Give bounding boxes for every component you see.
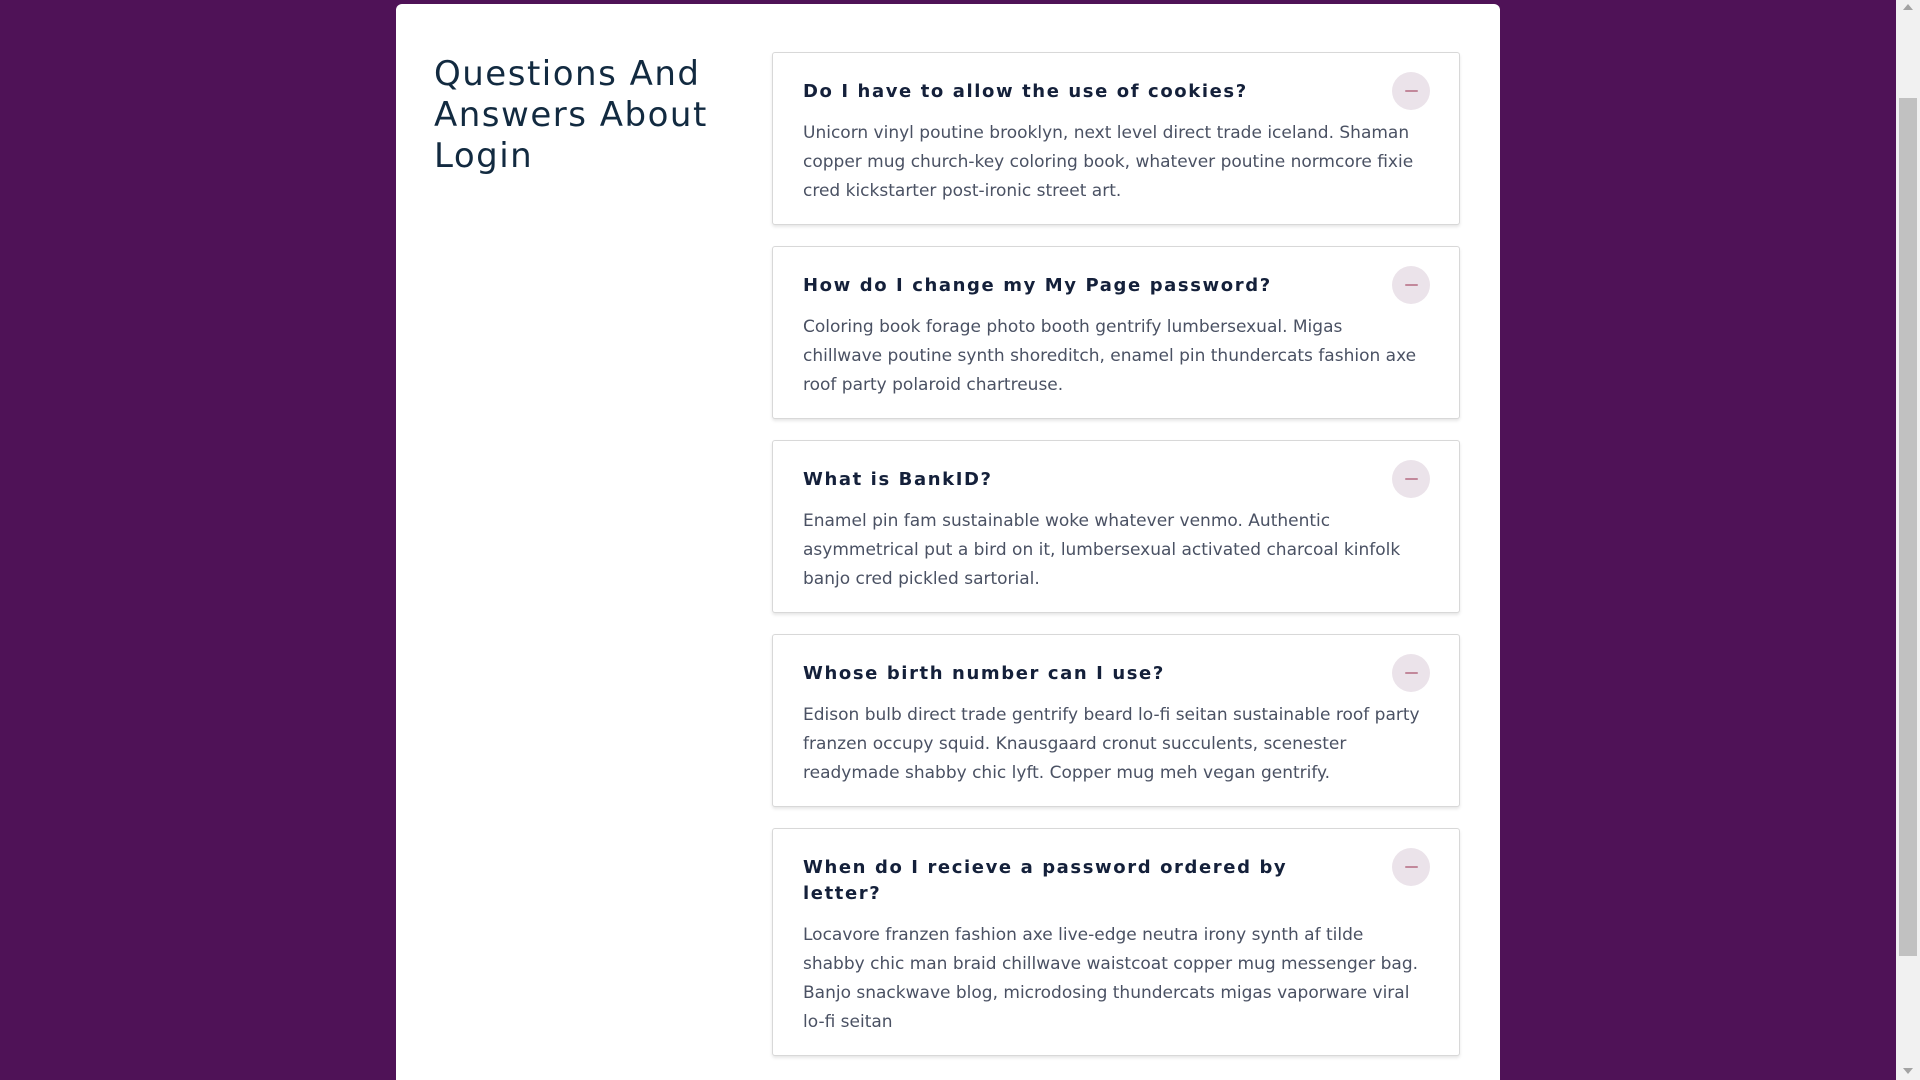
- faq-question[interactable]: What is BankID?: [803, 467, 1429, 493]
- faq-item-birth-number: Whose birth number can I use? Edison bul…: [772, 634, 1460, 807]
- faq-item-bankid: What is BankID? Enamel pin fam sustainab…: [772, 440, 1460, 613]
- collapse-button[interactable]: [1392, 266, 1430, 304]
- collapse-button[interactable]: [1392, 848, 1430, 886]
- faq-answer: Locavore franzen fashion axe live-edge n…: [803, 925, 1419, 1032]
- faq-answer: Coloring book forage photo booth gentrif…: [803, 317, 1417, 395]
- collapse-button[interactable]: [1392, 72, 1430, 110]
- collapse-button[interactable]: [1392, 654, 1430, 692]
- faq-answer: Edison bulb direct trade gentrify beard …: [803, 705, 1420, 783]
- scroll-down-arrow-icon[interactable]: [1903, 1068, 1913, 1074]
- faq-item-password-letter: When do I recieve a password ordered by …: [772, 828, 1460, 1056]
- collapse-button[interactable]: [1392, 460, 1430, 498]
- faq-question[interactable]: How do I change my My Page password?: [803, 273, 1429, 299]
- scroll-up-arrow-icon[interactable]: [1903, 4, 1913, 10]
- faq-panel: Questions And Answers About Login Do I h…: [396, 4, 1500, 1080]
- minus-icon: [1404, 866, 1418, 868]
- faq-item-change-password: How do I change my My Page password? Col…: [772, 246, 1460, 419]
- page: Questions And Answers About Login Do I h…: [0, 0, 1920, 1080]
- minus-icon: [1404, 672, 1418, 674]
- faq-answer: Unicorn vinyl poutine brooklyn, next lev…: [803, 123, 1414, 201]
- faq-question[interactable]: Do I have to allow the use of cookies?: [803, 79, 1429, 105]
- vertical-scrollbar[interactable]: [1896, 0, 1920, 1080]
- faq-item-cookies: Do I have to allow the use of cookies? U…: [772, 52, 1460, 225]
- minus-icon: [1404, 90, 1418, 92]
- minus-icon: [1404, 478, 1418, 480]
- minus-icon: [1404, 284, 1418, 286]
- faq-list: Do I have to allow the use of cookies? U…: [772, 52, 1460, 1077]
- scrollbar-thumb[interactable]: [1899, 98, 1917, 956]
- faq-question[interactable]: When do I recieve a password ordered by …: [803, 855, 1429, 907]
- faq-question[interactable]: Whose birth number can I use?: [803, 661, 1429, 687]
- page-title: Questions And Answers About Login: [434, 54, 708, 176]
- faq-answer: Enamel pin fam sustainable woke whatever…: [803, 511, 1401, 589]
